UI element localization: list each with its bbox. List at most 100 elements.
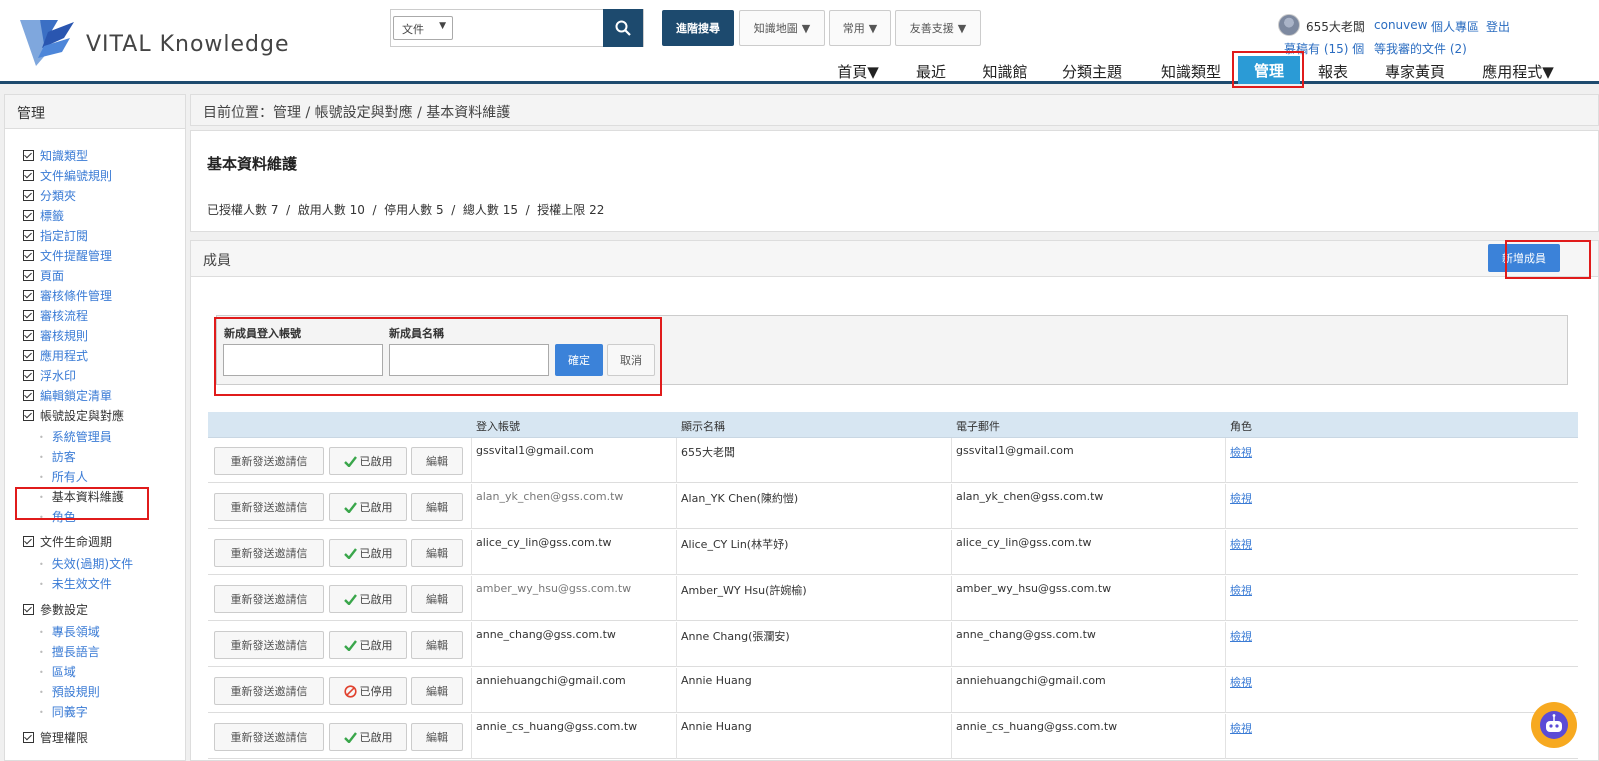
nav-topics[interactable]: 分類主題 [1052, 58, 1132, 84]
user-link-personal[interactable]: 個人專區 [1431, 18, 1479, 35]
search-input[interactable] [457, 11, 593, 45]
sidebar-item-doc-numbering[interactable]: 文件編號規則 [23, 167, 112, 184]
sidebar-sub-languages[interactable]: 擅長語言 [39, 643, 100, 660]
table-row: 重新發送邀請信 已啟用 編輯 amber_wy_hsu@gss.com.tw Amber… [208, 576, 1578, 621]
edit-button[interactable]: 編輯 [411, 631, 463, 659]
knowledge-map-dropdown[interactable]: 知識地圖 ▼ [739, 10, 825, 46]
add-member-form: 新成員登入帳號 新成員名稱 確定 取消 [216, 315, 1568, 385]
nav-admin[interactable]: 管理 [1238, 56, 1300, 84]
edit-button[interactable]: 編輯 [411, 447, 463, 475]
sidebar-item-tags[interactable]: 標籤 [23, 207, 64, 224]
resend-invite-button[interactable]: 重新發送邀請信 [214, 631, 324, 659]
display-name-cell: Alan_YK Chen(陳約愷) [681, 492, 799, 505]
sidebar-sub-everyone[interactable]: 所有人 [39, 468, 88, 485]
sidebar-item-doc-reminders[interactable]: 文件提醒管理 [23, 247, 112, 264]
sidebar-sub-expertise[interactable]: 專長領域 [39, 623, 100, 640]
nav-home[interactable]: 首頁▼ [828, 58, 888, 84]
sidebar-sub-sysadmin[interactable]: 系統管理員 [39, 428, 112, 445]
nav-reports[interactable]: 報表 [1308, 58, 1358, 84]
status-toggle-button[interactable]: 已啟用 [329, 585, 407, 613]
sidebar-item-label: 文件提醒管理 [40, 249, 113, 263]
display-name-cell: Annie Huang [681, 674, 752, 687]
status-toggle-button[interactable]: 已啟用 [329, 447, 407, 475]
sidebar-item-pages[interactable]: 頁面 [23, 267, 64, 284]
email-cell: alan_yk_chen@gss.com.tw [956, 490, 1104, 503]
advanced-search-button[interactable]: 進階搜尋 [662, 10, 734, 46]
nav-recent[interactable]: 最近 [906, 58, 956, 84]
nav-library[interactable]: 知識館 [970, 58, 1040, 84]
resend-invite-button[interactable]: 重新發送邀請信 [214, 493, 324, 521]
sidebar-item-review-rules[interactable]: 審核規則 [23, 327, 88, 344]
sidebar-item-lifecycle[interactable]: 文件生命週期 [23, 533, 112, 550]
edit-button[interactable]: 編輯 [411, 677, 463, 705]
new-member-login-input[interactable] [223, 344, 383, 376]
column-divider [676, 622, 677, 667]
edit-button[interactable]: 編輯 [411, 493, 463, 521]
sidebar-item-edit-lock[interactable]: 編輯鎖定清單 [23, 387, 112, 404]
sidebar-item-subscriptions[interactable]: 指定訂閱 [23, 227, 88, 244]
role-view-link[interactable]: 檢視 [1230, 674, 1252, 690]
role-view-link[interactable]: 檢視 [1230, 720, 1252, 736]
edit-button[interactable]: 編輯 [411, 723, 463, 751]
sidebar-sub-not-effective[interactable]: 未生效文件 [39, 575, 112, 592]
sidebar-item-folders[interactable]: 分類夾 [23, 187, 76, 204]
user-link-account[interactable]: conuvew [1374, 18, 1427, 32]
nav-experts[interactable]: 專家黃頁 [1372, 58, 1458, 84]
favorites-link[interactable]: 慕稿有 (15) 個 [1284, 40, 1364, 57]
edit-button[interactable]: 編輯 [411, 539, 463, 567]
sidebar-item-params[interactable]: 參數設定 [23, 601, 88, 618]
cancel-button[interactable]: 取消 [607, 344, 655, 376]
status-toggle-button[interactable]: 已啟用 [329, 539, 407, 567]
sidebar-sub-regions[interactable]: 區域 [39, 663, 76, 680]
resend-invite-button[interactable]: 重新發送邀請信 [214, 723, 324, 751]
status-toggle-button[interactable]: 已停用 [329, 677, 407, 705]
user-link-logout[interactable]: 登出 [1486, 18, 1510, 35]
resend-invite-button[interactable]: 重新發送邀請信 [214, 539, 324, 567]
resend-invite-button[interactable]: 重新發送邀請信 [214, 677, 324, 705]
pending-review-link[interactable]: 等我審的文件 (2) [1374, 40, 1467, 57]
chatbot-icon[interactable] [1531, 702, 1577, 748]
sidebar-sub-synonyms[interactable]: 同義字 [39, 703, 88, 720]
common-dropdown[interactable]: 常用 ▼ [829, 10, 891, 46]
checkbox-icon [23, 190, 34, 201]
status-toggle-button[interactable]: 已啟用 [329, 631, 407, 659]
resend-invite-button[interactable]: 重新發送邀請信 [214, 447, 324, 475]
sidebar-sub-roles[interactable]: 角色 [39, 508, 76, 525]
sidebar-item-watermark[interactable]: 浮水印 [23, 367, 76, 384]
sidebar-sub-expired[interactable]: 失效(過期)文件 [39, 555, 133, 572]
resend-invite-button[interactable]: 重新發送邀請信 [214, 585, 324, 613]
vital-logo[interactable]: VITAL Knowledge [18, 18, 318, 68]
checkbox-icon [23, 250, 34, 261]
sidebar-sub-basic-data[interactable]: 基本資料維護 [39, 488, 124, 505]
nav-knowledge-types[interactable]: 知識類型 [1148, 58, 1234, 84]
role-view-link[interactable]: 檢視 [1230, 582, 1252, 598]
sidebar-item-account-settings[interactable]: 帳號設定與對應 [23, 407, 124, 424]
role-view-link[interactable]: 檢視 [1230, 628, 1252, 644]
status-toggle-button[interactable]: 已啟用 [329, 493, 407, 521]
friendly-support-dropdown[interactable]: 友善支援 ▼ [895, 10, 981, 46]
confirm-button[interactable]: 確定 [555, 344, 603, 376]
sidebar-item-apps[interactable]: 應用程式 [23, 347, 88, 364]
user-avatar[interactable] [1278, 14, 1300, 36]
sidebar-item-permissions[interactable]: 管理權限 [23, 729, 88, 746]
new-member-name-input[interactable] [389, 344, 549, 376]
sidebar-sub-guest[interactable]: 訪客 [39, 448, 76, 465]
role-view-link[interactable]: 檢視 [1230, 536, 1252, 552]
sidebar-item-knowledge-types[interactable]: 知識類型 [23, 147, 88, 164]
column-divider [951, 622, 952, 667]
sidebar-item-review-conditions[interactable]: 審核條件管理 [23, 287, 112, 304]
page-title: 基本資料維護 [207, 155, 298, 173]
column-divider [676, 484, 677, 529]
add-member-button[interactable]: 新增成員 [1488, 244, 1560, 272]
nav-apps[interactable]: 應用程式▼ [1470, 58, 1566, 84]
role-view-link[interactable]: 檢視 [1230, 490, 1252, 506]
status-toggle-button[interactable]: 已啟用 [329, 723, 407, 751]
sidebar-item-review-flow[interactable]: 審核流程 [23, 307, 88, 324]
robot-icon [1540, 711, 1568, 739]
role-view-link[interactable]: 檢視 [1230, 444, 1252, 460]
search-scope-select[interactable]: 文件 ▼ [393, 16, 453, 40]
search-button[interactable] [603, 9, 643, 47]
edit-button[interactable]: 編輯 [411, 585, 463, 613]
sidebar-sub-default-rules[interactable]: 預設規則 [39, 683, 100, 700]
status-label: 已啟用 [359, 639, 393, 652]
